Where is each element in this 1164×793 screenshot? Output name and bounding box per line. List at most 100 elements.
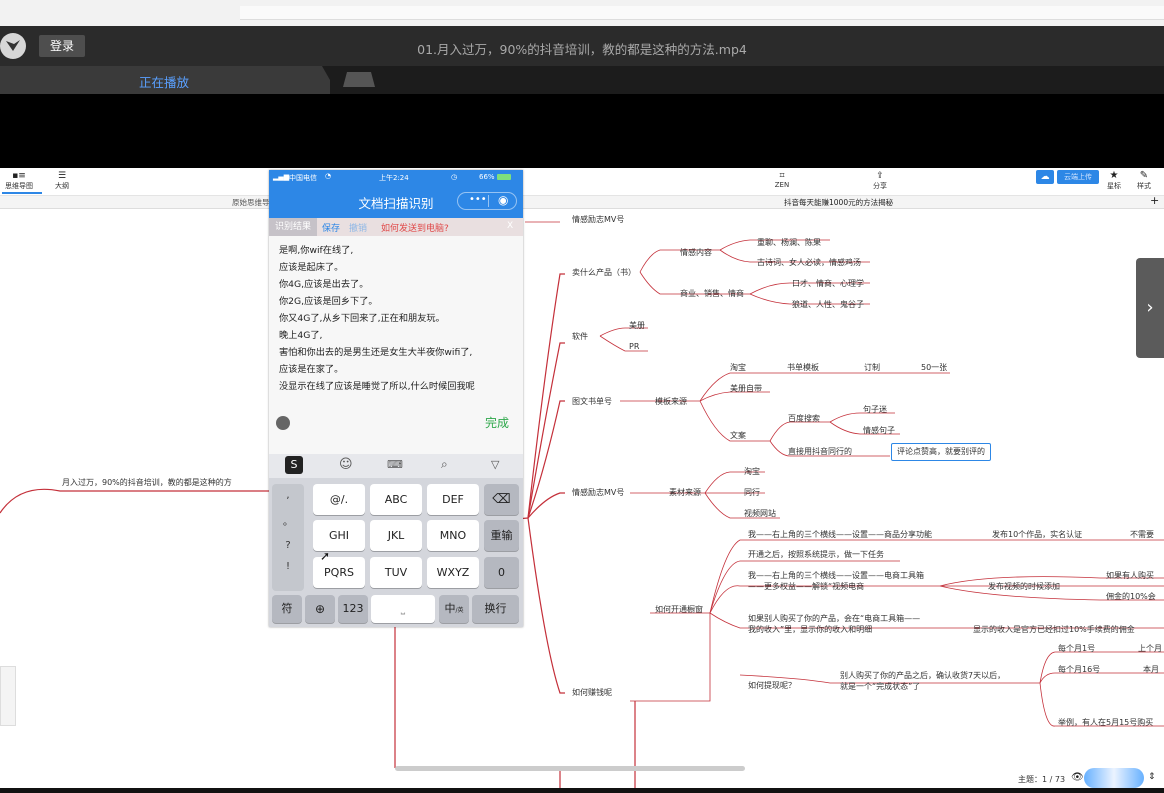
node-commission[interactable]: 佣金的10%会 xyxy=(1106,592,1156,602)
node-how-earn[interactable]: 如何赚钱呢 xyxy=(572,688,612,698)
node-how-withdraw[interactable]: 如何提现呢？ xyxy=(748,681,796,691)
symbol-key[interactable]: , xyxy=(272,490,304,501)
node-if-bought-2[interactable]: 我的收入”里，显示你的收入和明细 xyxy=(748,625,872,635)
node-wolf[interactable]: 狼道、人性、鬼谷子 xyxy=(792,300,864,310)
key-2[interactable]: ABC xyxy=(370,484,422,515)
node-book-template[interactable]: 书单模板 xyxy=(787,363,819,373)
undo-button[interactable]: 撤销 xyxy=(349,221,367,234)
node-no-charge[interactable]: 不需要 xyxy=(1130,530,1154,540)
emoji-icon[interactable]: ☺ xyxy=(339,457,353,472)
keyboard-icon[interactable]: ⌨ xyxy=(387,458,403,471)
video-frame[interactable]: ▪≡ 思维导图 ☰ 大纲 ⌗ ZEN ⇪ 分享 ☁ 云端上传 ★ 星标 ✎ 样式… xyxy=(0,168,1164,788)
node-pr[interactable]: PR xyxy=(629,342,639,352)
key-8[interactable]: TUV xyxy=(370,557,422,588)
node-peers[interactable]: 同行 xyxy=(744,488,760,498)
node-shop-tool-2[interactable]: ——更多权益——解锁“视频电商 xyxy=(748,582,864,592)
node-eloquence[interactable]: 口才、情商、心理学 xyxy=(792,279,864,289)
node-direct-use[interactable]: 直接用抖音同行的 xyxy=(788,447,852,457)
node-video-site[interactable]: 视频网站 xyxy=(744,509,776,519)
node-love-series[interactable]: 重聊、杨澜、陈果 xyxy=(757,238,821,248)
node-after-confirm-1[interactable]: 别人购买了你的产品之后，确认收货7天以后， xyxy=(840,671,1005,681)
node-picbook[interactable]: 图文书单号 xyxy=(572,397,612,407)
search-icon[interactable]: ⌕ xyxy=(441,457,448,472)
node-publish-add[interactable]: 发布视频的时候添加 xyxy=(988,582,1060,592)
send-to-pc-link[interactable]: 如何发送到电脑? xyxy=(381,221,449,234)
expand-icon[interactable]: ⇕ xyxy=(1148,772,1156,782)
symbol-key[interactable]: ? xyxy=(272,540,304,551)
close-icon[interactable]: X xyxy=(507,221,513,231)
enter-key[interactable]: 换行 xyxy=(472,595,519,623)
node-if-bought-1[interactable]: 如果别人购买了你的产品，会在“电商工具箱—— xyxy=(748,614,920,624)
node-share-func[interactable]: 我——右上角的三个横线——设置——商品分享功能 xyxy=(748,530,932,540)
node-template-source[interactable]: 模板来源 xyxy=(655,397,687,407)
node-top-liked-selected[interactable]: 评论点赞高，就要别评的 xyxy=(891,443,991,461)
node-meice-self[interactable]: 美册自带 xyxy=(730,384,762,394)
node-emotion-mv[interactable]: 情感励志MV号 xyxy=(572,215,624,225)
node-material-source[interactable]: 素材来源 xyxy=(669,488,701,498)
node-emotion-content[interactable]: 情感内容 xyxy=(680,248,712,258)
backspace-icon[interactable]: ⌫ xyxy=(484,484,519,515)
node-taobao-2[interactable]: 淘宝 xyxy=(744,467,760,477)
recognize-result-tab[interactable]: 识别结果 xyxy=(269,218,317,236)
horizontal-scrollbar[interactable] xyxy=(395,766,745,771)
collapse-keyboard-icon[interactable]: ▽ xyxy=(491,458,499,471)
node-ten-works[interactable]: 发布10个作品，实名认证 xyxy=(992,530,1082,540)
tab-add-button[interactable] xyxy=(343,72,375,87)
node-this-month[interactable]: 本月 xyxy=(1143,665,1159,675)
sogou-logo-icon[interactable]: S xyxy=(285,456,303,474)
eye-icon[interactable]: 👁 xyxy=(1071,772,1084,783)
ocr-line: 你2G,应该是回乡下了。 xyxy=(279,296,378,307)
node-baidu[interactable]: 百度搜索 xyxy=(788,414,820,424)
node-how-open[interactable]: 如何开通橱窗 xyxy=(655,605,703,615)
en-label: /英 xyxy=(455,607,464,614)
more-icon[interactable]: ••• xyxy=(469,194,487,205)
key-4[interactable]: GHI xyxy=(313,520,365,551)
phone-status-bar: ▂▄▆ 中国电信 ◔ 上午2:24 ◷ 66% xyxy=(269,170,523,184)
key-6[interactable]: MNO xyxy=(427,520,479,551)
node-meitu[interactable]: 美册 xyxy=(629,321,645,331)
node-poems[interactable]: 古诗词、女人必读，情感鸡汤 xyxy=(757,258,861,268)
space-key[interactable]: ⎵ xyxy=(371,595,435,623)
node-after-open[interactable]: 开通之后，按照系统提示，做一下任务 xyxy=(748,550,884,560)
symbol-column[interactable]: , 。 ? ! xyxy=(272,484,304,591)
node-custom[interactable]: 订制 xyxy=(864,363,880,373)
node-after-confirm-2[interactable]: 就是一个“完成状态”了 xyxy=(840,682,920,692)
save-button[interactable]: 保存 xyxy=(322,221,340,234)
miniapp-capsule[interactable]: ••• ◉ xyxy=(457,192,517,210)
node-shop-tool-1[interactable]: 我——右上角的三个横线——设置——电商工具箱 xyxy=(748,571,924,581)
symbol-key[interactable]: ! xyxy=(272,561,304,572)
node-monthly-1[interactable]: 每个月1号 xyxy=(1058,644,1095,654)
node-emotion-sentence[interactable]: 情感句子 xyxy=(863,426,895,436)
node-emotion-mv-2[interactable]: 情感励志MV号 xyxy=(572,488,624,498)
globe-icon[interactable]: ⊕ xyxy=(305,595,335,623)
node-last-month[interactable]: 上个月 xyxy=(1138,644,1162,654)
tab-now-playing[interactable]: 正在播放 xyxy=(0,66,330,94)
zh-en-switch-key[interactable]: 中/英 xyxy=(439,595,469,623)
root-node[interactable]: 月入过万，90%的抖音培训，教的都是这种的方 xyxy=(62,478,232,488)
node-taobao[interactable]: 淘宝 xyxy=(730,363,746,373)
node-example[interactable]: 举例，有人在5月15号购买 xyxy=(1058,718,1153,728)
done-button[interactable]: 完成 xyxy=(485,414,509,431)
node-monthly-16[interactable]: 每个月16号 xyxy=(1058,665,1100,675)
node-shown-income[interactable]: 显示的收入是官方已经扣过10%手续费的佣金 xyxy=(973,625,1135,635)
numbers-key[interactable]: 123 xyxy=(338,595,368,623)
key-1[interactable]: @/. xyxy=(313,484,365,515)
node-juzimi[interactable]: 句子迷 xyxy=(863,405,887,415)
reenter-key[interactable]: 重输 xyxy=(484,520,519,551)
node-software[interactable]: 软件 xyxy=(572,332,588,342)
ocr-result-text[interactable]: 是啊,你wif在线了, 应该是起床了。 你4G,应该是出去了。 你2G,应该是回… xyxy=(279,242,519,395)
emoji-face-icon[interactable] xyxy=(276,416,290,430)
key-0[interactable]: 0 xyxy=(484,557,519,588)
symbol-key[interactable]: 。 xyxy=(272,513,304,528)
key-3[interactable]: DEF xyxy=(427,484,479,515)
node-business[interactable]: 商业、销售、情商 xyxy=(680,289,744,299)
node-sell-what[interactable]: 卖什么产品（书） xyxy=(572,268,636,278)
next-arrow-icon[interactable]: › xyxy=(1136,258,1164,358)
close-target-icon[interactable]: ◉ xyxy=(498,193,508,207)
node-wenan[interactable]: 文案 xyxy=(730,431,746,441)
symbols-key[interactable]: 符 xyxy=(272,595,302,623)
node-if-buy[interactable]: 如果有人购买 xyxy=(1106,571,1154,581)
node-fifty[interactable]: 50一张 xyxy=(921,363,947,373)
key-9[interactable]: WXYZ xyxy=(427,557,479,588)
key-5[interactable]: JKL xyxy=(370,520,422,551)
